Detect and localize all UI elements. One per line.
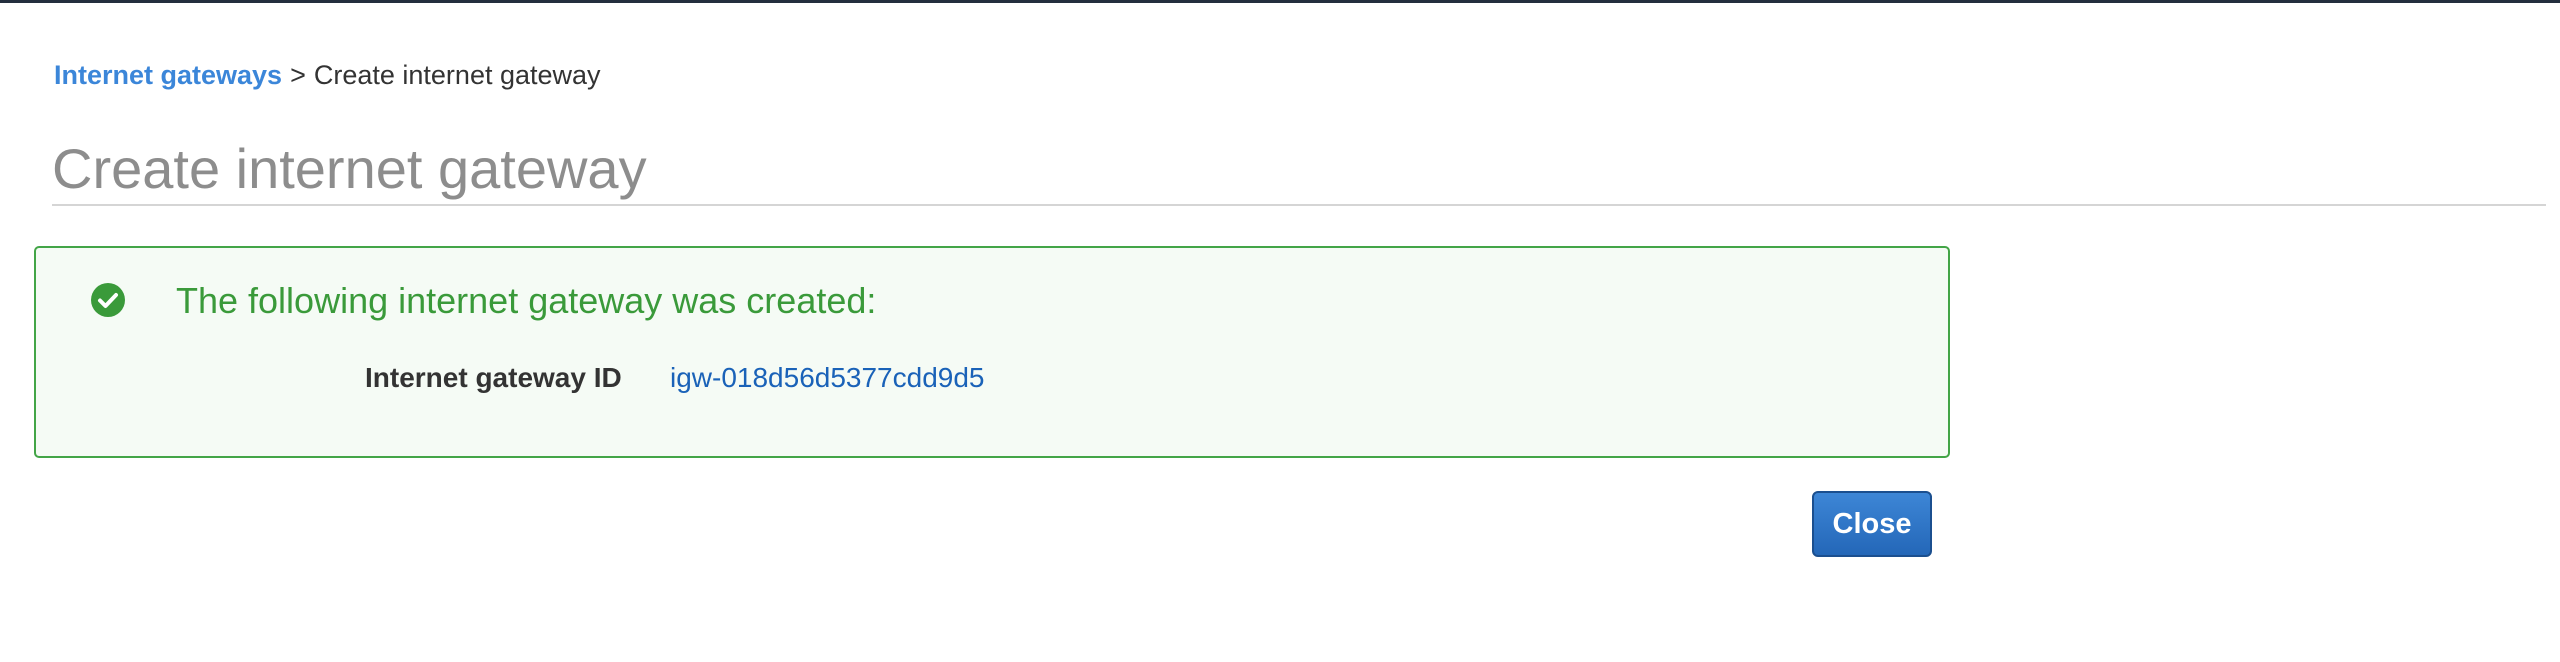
close-button[interactable]: Close (1812, 491, 1932, 557)
breadcrumb-link-internet-gateways[interactable]: Internet gateways (54, 60, 282, 90)
page-title: Create internet gateway (52, 137, 647, 200)
check-circle-icon (91, 283, 125, 317)
breadcrumb-current: Create internet gateway (313, 60, 601, 90)
breadcrumb: Internet gateways > Create internet gatewa… (54, 60, 601, 91)
gateway-id-label: Internet gateway ID (365, 362, 622, 393)
success-message-box: The following internet gateway was creat… (34, 246, 1950, 458)
breadcrumb-separator: > (290, 60, 306, 90)
top-border (0, 0, 2560, 3)
title-divider (52, 204, 2546, 206)
gateway-id-link[interactable]: igw-018d56d5377cdd9d5 (670, 362, 985, 394)
success-heading: The following internet gateway was creat… (176, 280, 877, 321)
